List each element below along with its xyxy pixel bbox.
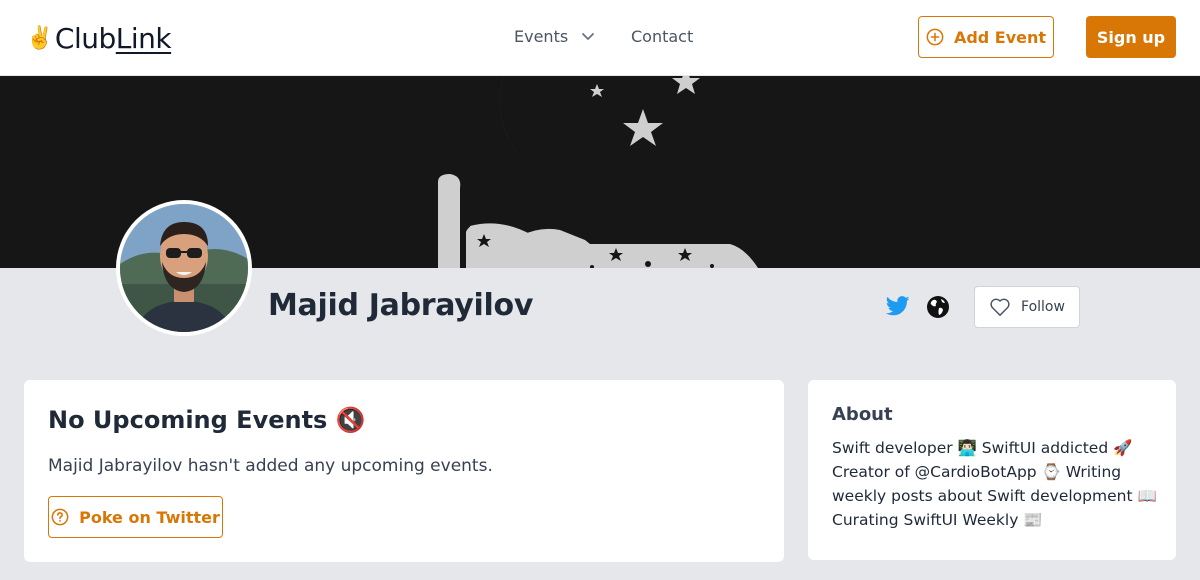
- logo-text-club: Club: [54, 22, 116, 55]
- profile-name: Majid Jabrayilov: [268, 288, 534, 323]
- add-event-label: Add Event: [953, 27, 1047, 47]
- upcoming-events-card: No Upcoming Events 🔇 Majid Jabrayilov ha…: [24, 380, 784, 562]
- chevron-down-icon: [582, 32, 595, 40]
- about-title: About: [832, 404, 893, 425]
- follow-label: Follow: [1021, 299, 1065, 315]
- top-navbar: ✌️ Club Link Events Contact Add Event Sig…: [0, 0, 1200, 76]
- events-card-title: No Upcoming Events 🔇: [48, 406, 366, 434]
- heart-icon: [990, 298, 1010, 316]
- question-circle-icon: [51, 508, 69, 526]
- nav-contact-link[interactable]: Contact: [631, 27, 693, 46]
- signup-button[interactable]: Sign up: [1086, 16, 1176, 58]
- nav-events-dropdown[interactable]: Events: [514, 27, 595, 46]
- events-empty-message: Majid Jabrayilov hasn't added any upcomi…: [48, 456, 493, 476]
- poke-on-twitter-button[interactable]: Poke on Twitter: [48, 496, 223, 538]
- nav-events-label: Events: [514, 27, 569, 46]
- about-card: About Swift developer 👨🏻‍💻 SwiftUI addic…: [808, 380, 1176, 560]
- logo-text-link: Link: [115, 22, 172, 55]
- about-bio: Swift developer 👨🏻‍💻 SwiftUI addicted 🚀 …: [832, 439, 1157, 529]
- plus-circle-icon: [926, 28, 944, 46]
- twitter-icon[interactable]: [885, 295, 910, 321]
- clublink-logo[interactable]: ✌️ Club Link: [26, 22, 172, 55]
- profile-avatar: [116, 200, 252, 336]
- add-event-button[interactable]: Add Event: [918, 16, 1054, 58]
- follow-button[interactable]: Follow: [974, 286, 1080, 328]
- victory-hand-icon: ✌️: [26, 26, 53, 51]
- nav-contact-label: Contact: [631, 27, 694, 46]
- poke-label: Poke on Twitter: [79, 507, 220, 527]
- globe-icon[interactable]: [926, 295, 950, 323]
